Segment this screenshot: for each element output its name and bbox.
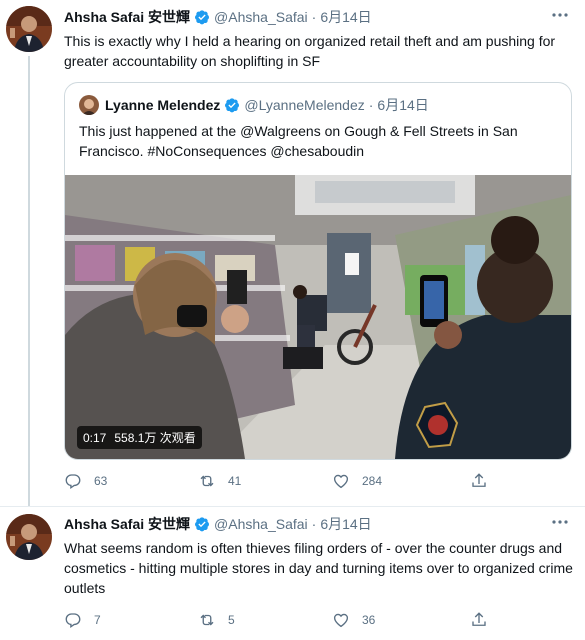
retweet-button[interactable]: 5 [198,610,235,630]
author-handle[interactable]: @Ahsha_Safai [214,8,308,26]
tweet[interactable]: Ahsha Safai 安世輝 @Ahsha_Safai · 6月14日 Thi… [0,0,585,506]
share-button[interactable] [470,471,500,491]
tweet-text: This is exactly why I held a hearing on … [64,33,556,69]
more-icon[interactable] [551,515,569,529]
quoted-author-name[interactable]: Lyanne Melendez [105,97,220,113]
tweet-header: Ahsha Safai 安世輝 @Ahsha_Safai · 6月14日 [64,515,372,533]
like-button[interactable]: 36 [332,610,375,630]
video-duration: 0:17 [83,431,107,445]
quoted-author-handle[interactable]: @LyanneMelendez [244,97,364,113]
retweet-icon [200,475,214,487]
avatar[interactable] [6,6,52,52]
tweet[interactable]: Ahsha Safai 安世輝 @Ahsha_Safai · 6月14日 Wha… [0,506,585,640]
retweet-button[interactable]: 41 [198,471,241,491]
tweet-actions: 63 41 284 [64,471,494,491]
share-icon [472,612,486,626]
reply-button[interactable]: 7 [64,610,101,630]
quoted-tweet[interactable]: Lyanne Melendez @LyanneMelendez · 6月14日 … [64,82,572,460]
quoted-timestamp[interactable]: 6月14日 [377,95,428,115]
reply-icon [65,474,81,490]
more-icon[interactable] [551,8,569,22]
video-stats: 0:17 558.1万 次观看 [77,426,202,449]
reply-button[interactable]: 63 [64,471,107,491]
verified-icon [195,517,210,532]
author-handle[interactable]: @Ahsha_Safai [214,515,308,533]
author-name[interactable]: Ahsha Safai 安世輝 [64,515,190,533]
like-count: 36 [362,613,376,627]
quoted-tweet-header: Lyanne Melendez @LyanneMelendez · 6月14日 [79,95,429,115]
tweet-header: Ahsha Safai 安世輝 @Ahsha_Safai · 6月14日 [64,8,372,26]
retweet-icon [200,614,214,626]
quoted-tweet-text: This just happened at the @Walgreens on … [79,123,518,159]
quoted-avatar[interactable] [79,95,99,115]
avatar[interactable] [6,514,52,560]
timestamp[interactable]: 6月14日 [320,8,371,26]
retweet-count: 41 [228,474,242,488]
like-icon [333,613,349,628]
tweet-actions: 7 5 36 [64,610,494,630]
video-views: 558.1万 次观看 [114,431,196,445]
reply-count: 63 [94,474,108,488]
like-icon [333,474,349,489]
video-frame [65,175,571,459]
video-player[interactable]: 0:17 558.1万 次观看 [65,175,571,459]
reply-icon [65,613,81,629]
timestamp[interactable]: 6月14日 [320,515,371,533]
separator-dot: · [368,97,374,113]
author-name[interactable]: Ahsha Safai 安世輝 [64,8,190,26]
reply-count: 7 [94,613,101,627]
like-count: 284 [362,474,383,488]
verified-icon [195,10,210,25]
tweet-text: What seems random is often thieves filin… [64,540,573,596]
thread-line [28,56,30,506]
like-button[interactable]: 284 [332,471,382,491]
share-icon [472,473,486,487]
separator-dot: · [311,9,317,25]
verified-icon [225,98,240,113]
share-button[interactable] [470,610,500,630]
separator-dot: · [311,516,317,532]
retweet-count: 5 [228,613,235,627]
